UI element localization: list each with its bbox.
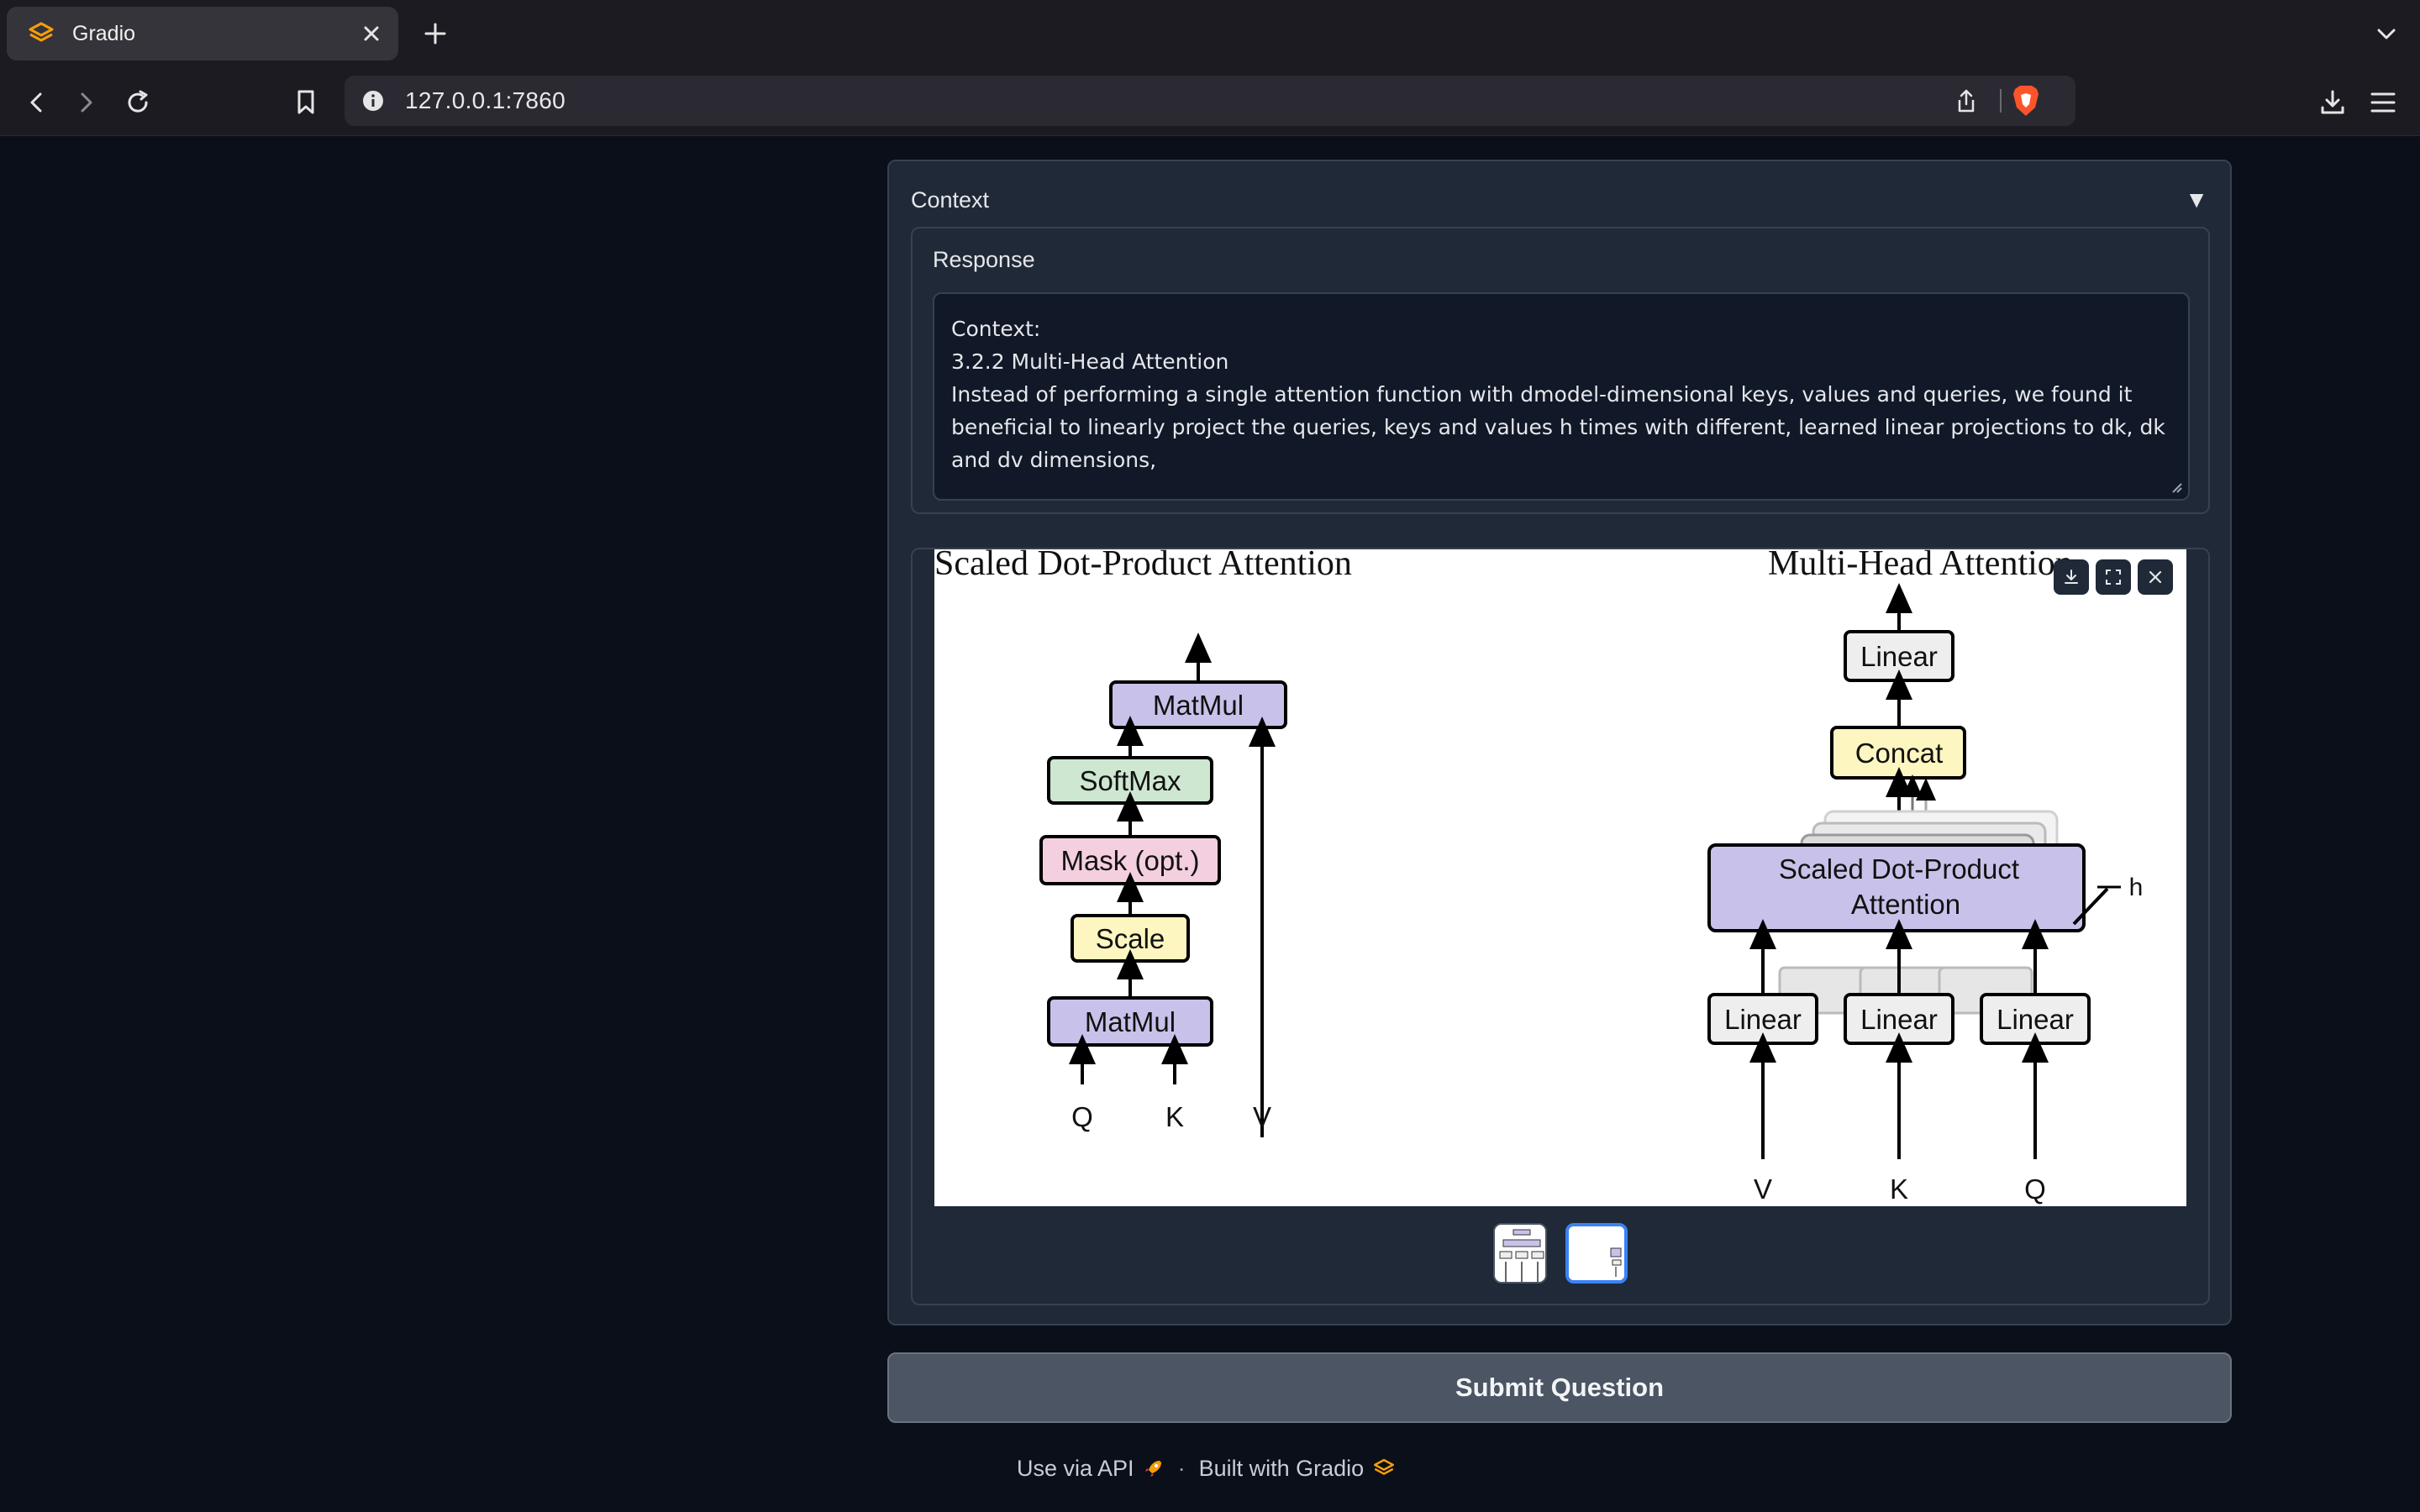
site-info-icon[interactable] (360, 87, 387, 114)
sdpa-label-line1: Scaled Dot-Product (1779, 853, 2019, 885)
left-input-v: V (1253, 1101, 1271, 1132)
fullscreen-icon[interactable] (2096, 559, 2131, 595)
matmul-top-label: MatMul (1153, 690, 1244, 721)
gradio-logo-icon (1374, 1458, 1395, 1475)
footer: Use via API · Built with Gradio (1017, 1452, 1396, 1485)
image-gallery: Scaled Dot-Product Attention Multi-Head … (911, 548, 2210, 1305)
tab-title: Gradio (72, 21, 136, 45)
right-figure-title: Multi-Head Attention (1768, 549, 2073, 583)
softmax-label: SoftMax (1079, 765, 1181, 796)
share-icon[interactable] (1951, 86, 1981, 116)
response-line: 3.2.2 Multi-Head Attention (951, 349, 1229, 374)
chevron-down-icon[interactable] (2371, 18, 2402, 49)
thumbnail-1[interactable] (1493, 1223, 1547, 1284)
forward-icon[interactable] (67, 84, 104, 121)
browser-nav-bar: 127.0.0.1:7860 (0, 67, 2420, 136)
menu-icon[interactable] (2365, 84, 2402, 121)
context-accordion: Context ▼ Response Context: 3.2.2 Multi-… (887, 160, 2232, 1326)
url-text: 127.0.0.1:7860 (405, 87, 566, 113)
matmul-bottom-label: MatMul (1085, 1006, 1176, 1037)
linear-label-1: Linear (1724, 1004, 1802, 1035)
browser-tab[interactable]: Gradio (7, 7, 398, 60)
footer-separator: · (1177, 1455, 1186, 1481)
response-line: Context: (951, 317, 1041, 341)
linear-top-label: Linear (1860, 641, 1938, 672)
reload-icon[interactable] (119, 84, 156, 121)
gallery-preview-image[interactable]: Scaled Dot-Product Attention Multi-Head … (934, 549, 2186, 1206)
left-input-q: Q (1071, 1101, 1093, 1132)
right-input-v: V (1754, 1173, 1772, 1205)
browser-tab-bar: Gradio (0, 0, 2420, 67)
h-label: h (2129, 874, 2144, 901)
url-divider (2000, 89, 2002, 113)
submit-question-button[interactable]: Submit Question (887, 1352, 2232, 1423)
left-input-k: K (1165, 1101, 1184, 1132)
sdpa-label-line2: Attention (1851, 889, 1960, 920)
use-via-api-link[interactable]: Use via API (1017, 1456, 1134, 1482)
linear-label-3: Linear (1996, 1004, 2074, 1035)
download-icon[interactable] (2314, 84, 2351, 121)
accordion-title: Context (911, 186, 990, 213)
bookmark-icon[interactable] (287, 84, 324, 121)
address-bar[interactable]: 127.0.0.1:7860 (345, 76, 2075, 126)
thumbnail-2[interactable] (1565, 1223, 1628, 1284)
brave-shield-icon[interactable] (2010, 84, 2042, 118)
response-textarea[interactable]: Context: 3.2.2 Multi-Head Attention Inst… (933, 292, 2190, 501)
rocket-icon (1144, 1461, 1161, 1477)
preview-controls (2054, 559, 2173, 595)
close-tab-icon[interactable] (356, 18, 387, 49)
linear-label-2: Linear (1860, 1004, 1938, 1035)
close-icon[interactable] (2138, 559, 2173, 595)
right-input-q: Q (2024, 1173, 2046, 1205)
accordion-toggle-icon[interactable]: ▼ (2185, 186, 2208, 213)
gallery-thumbnails (913, 1223, 2208, 1287)
mask-label: Mask (opt.) (1060, 845, 1199, 876)
download-image-icon[interactable] (2054, 559, 2089, 595)
attention-figure: Scaled Dot-Product Attention Multi-Head … (934, 549, 2144, 1205)
left-figure-title: Scaled Dot-Product Attention (934, 549, 1352, 583)
resize-grip-icon[interactable] (2168, 479, 2183, 494)
back-icon[interactable] (18, 84, 55, 121)
concat-label: Concat (1855, 738, 1944, 769)
response-line: Instead of performing a single attention… (951, 382, 2172, 472)
response-label: Response (933, 247, 1035, 272)
response-block: Response Context: 3.2.2 Multi-Head Atten… (911, 227, 2210, 514)
accordion-header[interactable]: Context ▼ (911, 183, 2208, 217)
built-with-gradio-link[interactable]: Built with Gradio (1199, 1456, 1365, 1482)
new-tab-icon[interactable] (418, 17, 452, 50)
scale-label: Scale (1096, 923, 1165, 954)
right-input-k: K (1890, 1173, 1908, 1205)
gradio-logo-icon (29, 22, 54, 42)
